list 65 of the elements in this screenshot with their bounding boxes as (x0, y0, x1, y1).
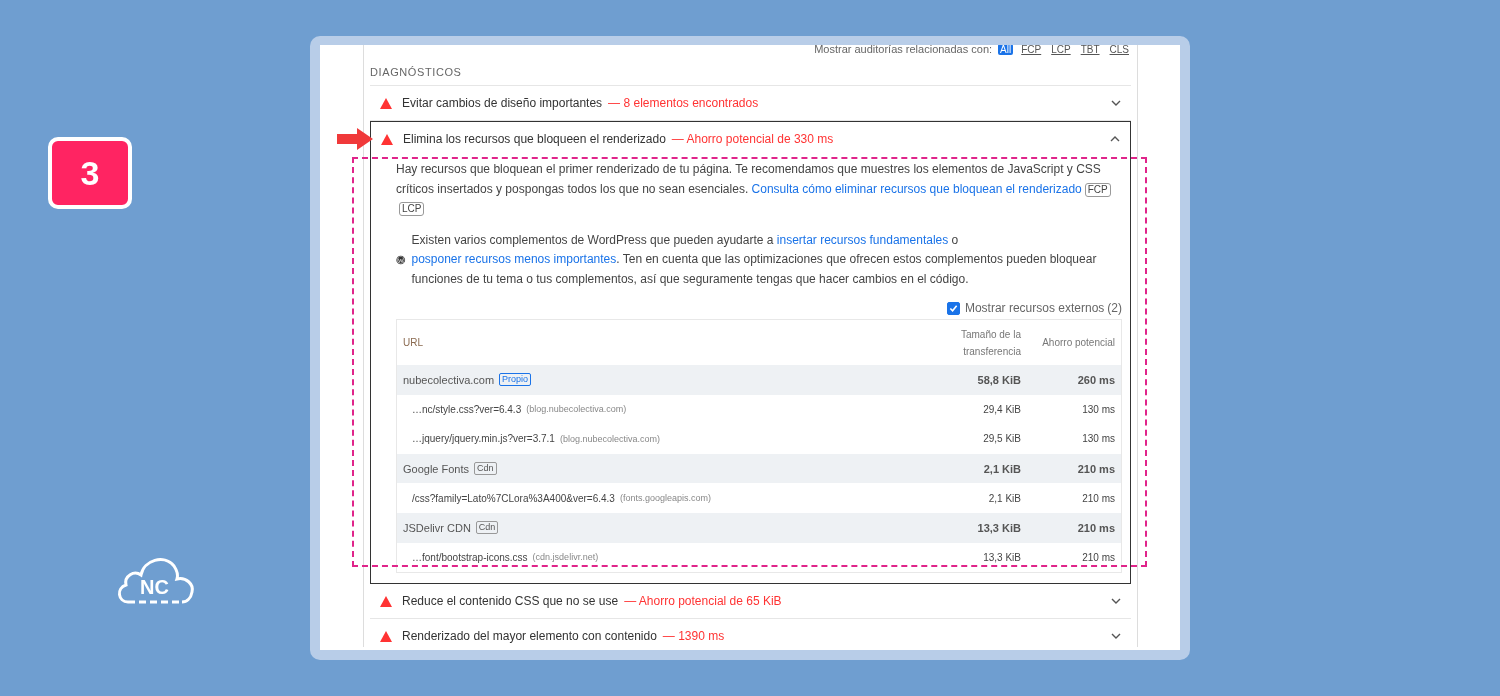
resource-url[interactable]: …jquery/jquery.min.js?ver=3.7.1 (412, 433, 555, 445)
resource-host: (fonts.googleapis.com) (619, 493, 711, 504)
table-cell-text: 13,3 KiB (976, 521, 1022, 534)
description-text: Hay recursos que bloquean el primer renderizado de tu página. Te recomendamos que muestres los elementos de JavaScript y CSS críticos insertados y pospongas todos los que no sean esenciales. Consulta cómo eliminar recursos que bloquean el renderizado FCP LCP (396, 160, 1122, 219)
entity-tag: Cdn (474, 462, 497, 476)
table-cell-text: 260 ms (1076, 373, 1116, 386)
entity-name: Google Fonts (403, 462, 470, 475)
table-cell-text: 130 ms (1081, 433, 1116, 445)
table-cell-text: 13,3 KiB (982, 551, 1022, 563)
table-cell-text: 2,1 KiB (982, 462, 1022, 475)
filter-label: Mostrar auditorías relacionadas con: (814, 45, 993, 55)
resource-host: (blog.nubecolectiva.com) (526, 404, 627, 415)
table-cell-text: 29,5 KiB (982, 433, 1022, 445)
table-cell-text: 58,8 KiB (976, 373, 1022, 386)
plugin-link[interactable]: insertar recursos fundamentales (776, 232, 949, 247)
table-cell-text: 29,4 KiB (982, 403, 1022, 415)
chevron-down-icon[interactable] (1111, 633, 1121, 640)
chevron-up-icon[interactable] (1110, 136, 1120, 142)
checkbox[interactable] (946, 301, 960, 315)
warning-triangle-icon (380, 630, 392, 642)
table-cell-text: 130 ms (1081, 403, 1116, 415)
column-header: URL (402, 336, 424, 350)
warning-triangle-icon (380, 97, 392, 109)
table-cell-text: 210 ms (1076, 521, 1116, 534)
audit-title[interactable]: Elimina los recursos que bloqueen el renderizado (403, 132, 666, 146)
resource-host: (cdn.jsdelivr.net) (532, 552, 599, 563)
filter-chip[interactable]: TBT (1078, 45, 1102, 55)
checkbox-label: Mostrar recursos externos (964, 301, 1105, 315)
table-cell-text: 210 ms (1081, 492, 1116, 504)
cloud-logo: NC (114, 552, 204, 608)
metric-tag: LCP (399, 202, 425, 216)
plugin-note-text: Existen varios complementos de WordPress que pueden ayudarte a insertar recursos fundamentales o posponer recursos menos importantes. Ten en cuenta que las optimizaciones que ofrecen estos complementos pueden bloquear funciones de tu tema o tus complementos, así que seguramente tengas que hacer cambios en el código. (411, 231, 1098, 288)
table-cell-text: 210 ms (1076, 462, 1116, 475)
resource-url[interactable]: /css?family=Lato%7CLora%3A400&ver=6.4.3 (412, 492, 615, 504)
table-cell-text: 2,1 KiB (987, 492, 1022, 504)
chevron-down-icon[interactable] (1111, 100, 1121, 106)
filter-chip[interactable]: FCP (1019, 45, 1044, 55)
filter-chip[interactable]: All (998, 45, 1014, 55)
entity-name: JSDelivr CDN (403, 521, 471, 534)
audit-title[interactable]: Evitar cambios de diseño importantes (402, 96, 603, 110)
resource-url[interactable]: …font/bootstrap-icons.css (412, 551, 528, 563)
chevron-down-icon[interactable] (1111, 598, 1121, 605)
resource-host: (blog.nubecolectiva.com) (559, 434, 660, 444)
audit-title[interactable]: Reduce el contenido CSS que no se use (402, 594, 619, 609)
column-header: Ahorro potencial (1041, 336, 1116, 350)
entity-tag: Propio (499, 373, 532, 387)
audit-detail: — 8 elementos encontrados (608, 96, 759, 110)
audit-detail: — Ahorro potencial de 65 KiB (624, 594, 782, 609)
column-header: Tamaño de la transferencia (959, 327, 1022, 359)
resource-url[interactable]: …nc/style.css?ver=6.4.3 (412, 403, 522, 415)
section-title: DIAGNÓSTICOS (370, 56, 1131, 86)
entity-tag: Cdn (475, 521, 499, 535)
audit-title[interactable]: Renderizado del mayor elemento con contenido (402, 629, 657, 644)
filter-chip[interactable]: CLS (1107, 45, 1131, 55)
table-cell-text: 210 ms (1081, 551, 1116, 563)
resource-count: (2) (1107, 301, 1122, 315)
warning-triangle-icon (381, 133, 393, 145)
metric-tag: FCP (1084, 182, 1111, 197)
learn-more-link[interactable]: Consulta cómo eliminar recursos que bloquean el renderizado (751, 181, 1082, 196)
warning-triangle-icon (380, 595, 392, 607)
step-number-badge: 3 (48, 137, 132, 209)
filter-chip[interactable]: LCP (1049, 45, 1073, 55)
audit-detail: — Ahorro potencial de 330 ms (671, 132, 834, 146)
audit-detail: — 1390 ms (662, 629, 725, 644)
entity-name: nubecolectiva.com (403, 373, 495, 386)
